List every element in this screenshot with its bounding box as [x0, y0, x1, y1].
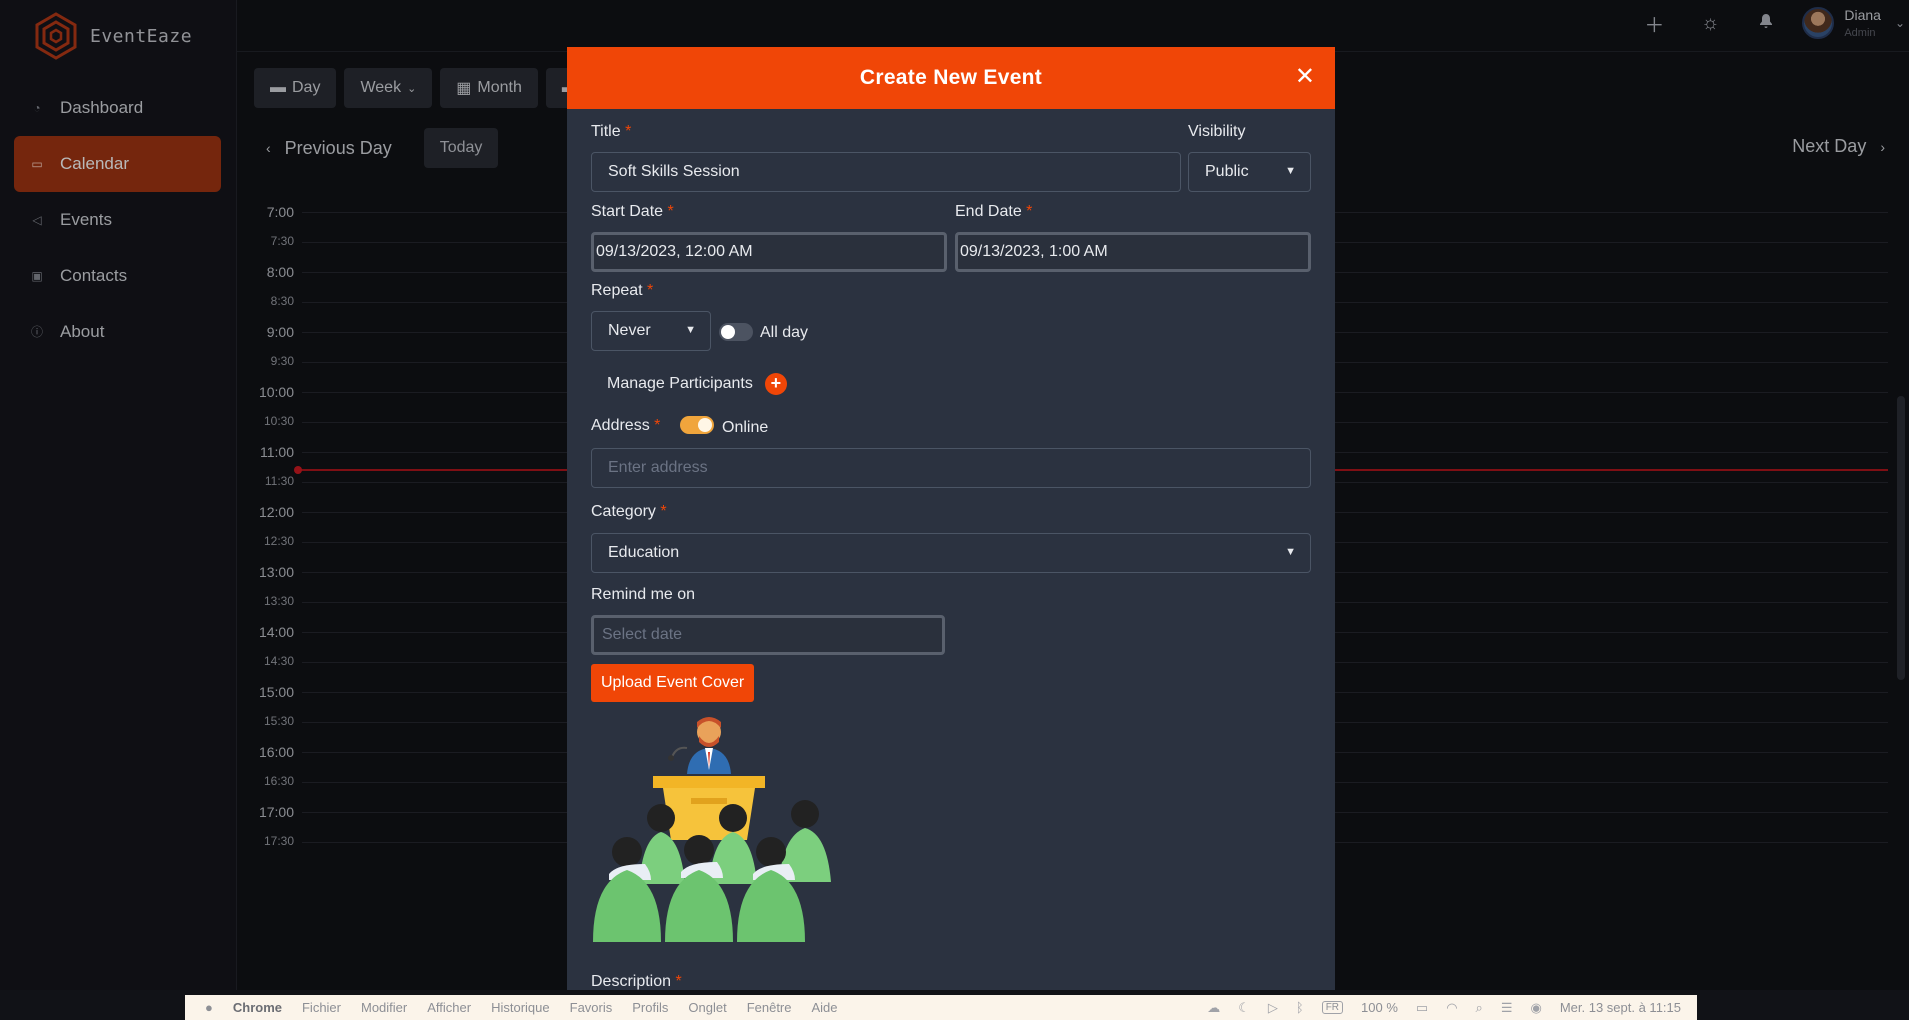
manage-participants[interactable]: Manage Participants +	[607, 373, 787, 395]
upload-cover-label: Upload Event Cover	[601, 674, 745, 691]
search-icon[interactable]: ⌕	[1476, 1000, 1483, 1016]
end-date-input[interactable]: 09/13/2023, 1:00 AM	[955, 232, 1311, 272]
speaker-audience-illustration	[593, 717, 831, 942]
menu-item[interactable]: Onglet	[688, 1000, 726, 1015]
menu-app-name[interactable]: Chrome	[233, 1000, 282, 1015]
menu-item[interactable]: Fichier	[302, 1000, 341, 1015]
required-mark: *	[675, 973, 682, 990]
visibility-value: Public	[1205, 163, 1249, 180]
address-input[interactable]: Enter address	[591, 448, 1311, 488]
menu-item[interactable]: Modifier	[361, 1000, 407, 1015]
required-mark: *	[654, 417, 661, 434]
cloud-icon[interactable]: ☁	[1207, 1000, 1220, 1016]
all-day-toggle[interactable]	[719, 323, 753, 341]
clock[interactable]: Mer. 13 sept. à 11:15	[1560, 1000, 1681, 1015]
bluetooth-icon[interactable]: ᛒ	[1296, 1000, 1304, 1015]
create-event-modal: Create New Event ✕ Title * Soft Skills S…	[567, 47, 1335, 990]
required-mark: *	[1026, 203, 1033, 220]
menu-item[interactable]: Historique	[491, 1000, 550, 1015]
start-date-input[interactable]: 09/13/2023, 12:00 AM	[591, 232, 947, 272]
status-area: ☁ ☾ ▷ ᛒ FR 100 % ▭ ◠ ⌕ ☰ ◉ Mer. 13 sept.…	[1207, 1000, 1697, 1016]
title-input-value: Soft Skills Session	[608, 163, 740, 180]
toggle-knob	[721, 325, 735, 339]
required-mark: *	[660, 503, 667, 520]
play-icon[interactable]: ▷	[1268, 1000, 1278, 1016]
visibility-select[interactable]: Public ▼	[1188, 152, 1311, 192]
address-placeholder: Enter address	[608, 459, 708, 476]
repeat-value: Never	[608, 322, 651, 339]
required-mark: *	[647, 282, 654, 299]
control-center-icon[interactable]: ☰	[1501, 1000, 1513, 1016]
os-menu-bar: ● Chrome Fichier Modifier Afficher Histo…	[185, 995, 1697, 1020]
remind-placeholder: Select date	[602, 626, 683, 643]
menu-item[interactable]: Fenêtre	[747, 1000, 792, 1015]
start-date-value: 09/13/2023, 12:00 AM	[596, 243, 753, 260]
upload-cover-button[interactable]: Upload Event Cover	[591, 664, 755, 702]
toggle-knob	[698, 418, 712, 432]
repeat-select[interactable]: Never ▼	[591, 311, 711, 351]
address-label: Address *	[591, 417, 660, 435]
category-label: Category *	[591, 503, 667, 521]
address-label-text: Address	[591, 417, 650, 434]
chevron-down-icon: ▼	[685, 324, 696, 336]
online-label: Online	[722, 419, 769, 436]
modal-header: Create New Event ✕	[567, 47, 1335, 109]
remind-label: Remind me on	[591, 586, 696, 603]
description-label-text: Description	[591, 973, 672, 990]
title-label: Title *	[591, 123, 631, 141]
moon-icon[interactable]: ☾	[1238, 1000, 1250, 1016]
required-mark: *	[625, 123, 632, 140]
menu-item[interactable]: Afficher	[427, 1000, 471, 1015]
siri-icon[interactable]: ◉	[1530, 1000, 1541, 1016]
repeat-label: Repeat *	[591, 282, 653, 300]
category-label-text: Category	[591, 503, 656, 520]
apple-icon[interactable]: ●	[205, 1000, 213, 1015]
menu-item[interactable]: Profils	[632, 1000, 668, 1015]
end-date-value: 09/13/2023, 1:00 AM	[960, 243, 1108, 260]
close-icon[interactable]: ✕	[1295, 65, 1315, 89]
description-label: Description *	[591, 973, 682, 990]
battery-percent[interactable]: 100 %	[1361, 1000, 1398, 1015]
keyboard-layout[interactable]: FR	[1321, 1001, 1344, 1014]
online-toggle[interactable]	[680, 416, 714, 434]
battery-icon: ▭	[1415, 999, 1429, 1015]
start-date-label: Start Date *	[591, 203, 674, 221]
wifi-icon[interactable]: ◠	[1446, 1000, 1457, 1016]
end-date-label: End Date *	[955, 203, 1032, 221]
app-root: EventEaze ◔ Dashboard ▭ Calendar ◁ Event…	[0, 0, 1909, 1020]
all-day-label: All day	[760, 324, 809, 341]
category-value: Education	[608, 544, 680, 561]
end-date-label-text: End Date	[955, 203, 1022, 220]
manage-participants-label: Manage Participants	[607, 375, 753, 392]
modal-title: Create New Event	[859, 66, 1043, 89]
repeat-label-text: Repeat	[591, 282, 643, 299]
menu-item[interactable]: Favoris	[570, 1000, 613, 1015]
category-select[interactable]: Education ▼	[591, 533, 1311, 573]
title-label-text: Title	[591, 123, 621, 140]
visibility-label: Visibility	[1188, 123, 1246, 140]
title-input[interactable]: Soft Skills Session	[591, 152, 1181, 192]
chevron-down-icon: ▼	[1285, 165, 1296, 177]
required-mark: *	[667, 203, 674, 220]
menu-item[interactable]: Aide	[812, 1000, 838, 1015]
start-date-label-text: Start Date	[591, 203, 664, 220]
chevron-down-icon: ▼	[1285, 546, 1296, 558]
add-participant-icon[interactable]: +	[764, 373, 787, 395]
remind-date-input[interactable]: Select date	[591, 615, 945, 655]
